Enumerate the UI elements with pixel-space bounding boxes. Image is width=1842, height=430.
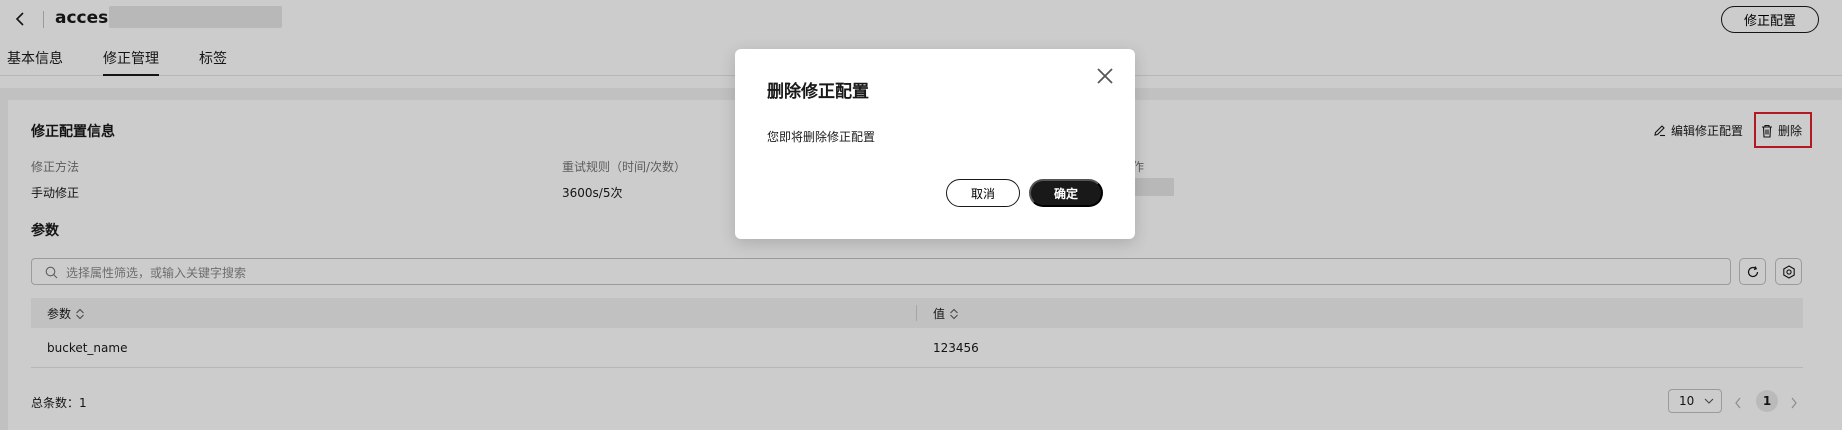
dialog-title: 删除修正配置 bbox=[767, 82, 869, 102]
cancel-button[interactable]: 取消 bbox=[946, 179, 1020, 207]
confirm-button[interactable]: 确定 bbox=[1029, 179, 1103, 207]
close-icon[interactable] bbox=[1094, 65, 1116, 87]
dialog-message: 您即将删除修正配置 bbox=[767, 130, 876, 144]
delete-dialog: 删除修正配置 您即将删除修正配置 取消 确定 bbox=[735, 49, 1135, 239]
